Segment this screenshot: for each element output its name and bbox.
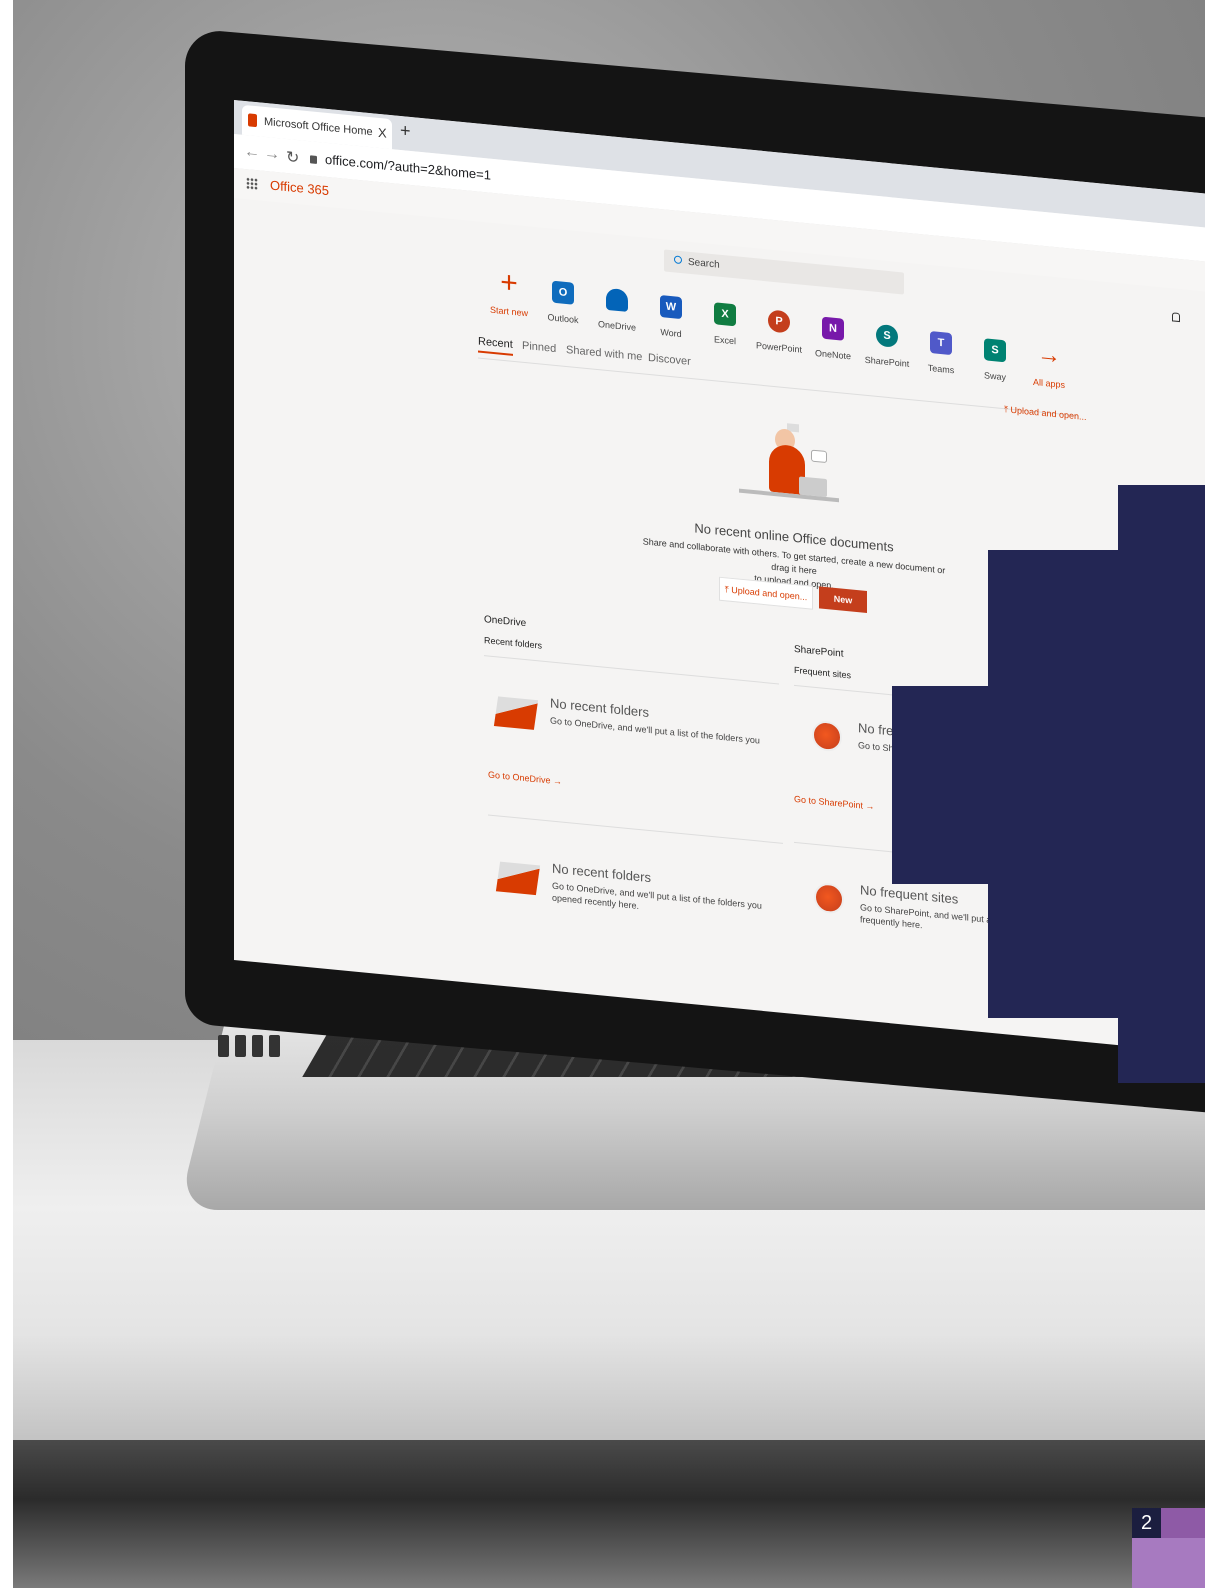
app-label: PowerPoint	[755, 340, 803, 355]
chat-bubble-icon	[811, 449, 827, 464]
app-sharepoint[interactable]: S SharePoint	[858, 314, 916, 370]
app-excel[interactable]: X Excel	[696, 292, 754, 348]
plus-icon: +	[500, 265, 518, 301]
lock-icon	[310, 154, 317, 164]
word-icon: W	[660, 295, 682, 320]
app-all-apps[interactable]: → All apps	[1020, 336, 1078, 392]
search-placeholder: Search	[688, 256, 720, 271]
new-tab-button[interactable]: +	[400, 120, 411, 142]
sharepoint-sites-icon	[812, 719, 842, 753]
powerpoint-icon: P	[768, 309, 790, 334]
app-label: Sway	[983, 370, 1006, 383]
teams-icon: T	[930, 331, 952, 356]
onedrive-section: OneDrive Recent folders	[484, 614, 779, 685]
folder-icon	[495, 861, 541, 896]
onenote-icon: N	[822, 316, 844, 341]
navy-accent-block	[892, 686, 1205, 884]
divider	[488, 814, 783, 844]
url-text: office.com/?auth=2&home=1	[325, 151, 491, 183]
app-powerpoint[interactable]: P PowerPoint	[750, 300, 808, 356]
empty-state-illustration	[739, 419, 839, 519]
card-description: Go to OneDrive, and we'll put a list of …	[550, 715, 760, 746]
office-favicon-icon	[248, 113, 257, 128]
tab-pinned[interactable]: Pinned	[522, 340, 556, 355]
sway-icon: S	[984, 338, 1006, 363]
sharepoint-icon: S	[876, 323, 898, 348]
outlook-icon: O	[552, 280, 574, 305]
app-label: Start new	[489, 304, 529, 319]
app-start-new[interactable]: + Start new	[480, 264, 538, 320]
app-word[interactable]: W Word	[642, 285, 700, 341]
go-to-onedrive-link[interactable]: Go to OneDrive →	[488, 769, 562, 786]
app-label: OneNote	[814, 347, 852, 362]
upload-button-label: Upload and open...	[731, 584, 808, 603]
forward-arrow-icon[interactable]: →	[264, 145, 280, 165]
app-label: Outlook	[547, 312, 579, 326]
app-label: SharePoint	[864, 354, 910, 370]
page-number: 2	[1132, 1508, 1161, 1538]
tab-recent[interactable]: Recent	[478, 335, 513, 356]
table-edge	[13, 1440, 1205, 1588]
app-teams[interactable]: T Teams	[912, 321, 970, 377]
sharepoint-heading: SharePoint	[794, 643, 844, 660]
bell-icon[interactable]	[1172, 312, 1180, 323]
onedrive-icon	[606, 287, 628, 312]
app-outlook[interactable]: O Outlook	[534, 271, 592, 327]
onedrive-heading: OneDrive	[484, 614, 527, 630]
onedrive-subheading: Recent folders	[484, 635, 543, 651]
app-onedrive[interactable]: OneDrive	[588, 278, 646, 334]
app-label: Excel	[713, 334, 736, 347]
app-sway[interactable]: S Sway	[966, 328, 1024, 384]
app-onenote[interactable]: N OneNote	[804, 307, 862, 363]
purple-accent-block	[1132, 1538, 1205, 1588]
purple-accent-block	[1161, 1508, 1205, 1538]
excel-icon: X	[714, 302, 736, 327]
tab-close-icon[interactable]: X	[378, 118, 387, 149]
search-icon	[674, 255, 682, 265]
go-to-sharepoint-link[interactable]: Go to SharePoint →	[794, 794, 875, 812]
app-label: Word	[660, 327, 682, 340]
arrow-right-icon: →	[1037, 340, 1061, 370]
new-document-button[interactable]: New	[819, 586, 867, 613]
sharepoint-sites-icon	[814, 881, 844, 915]
laptop-ports	[218, 1035, 313, 1075]
app-label: Teams	[927, 362, 955, 376]
app-launcher-icon[interactable]	[246, 177, 258, 191]
folder-icon	[493, 696, 539, 730]
office-brand[interactable]: Office 365	[270, 177, 329, 198]
back-arrow-icon[interactable]: ←	[244, 143, 260, 163]
app-label: OneDrive	[597, 319, 636, 333]
tab-discover[interactable]: Discover	[648, 352, 691, 368]
reload-icon[interactable]: ↻	[286, 147, 299, 168]
